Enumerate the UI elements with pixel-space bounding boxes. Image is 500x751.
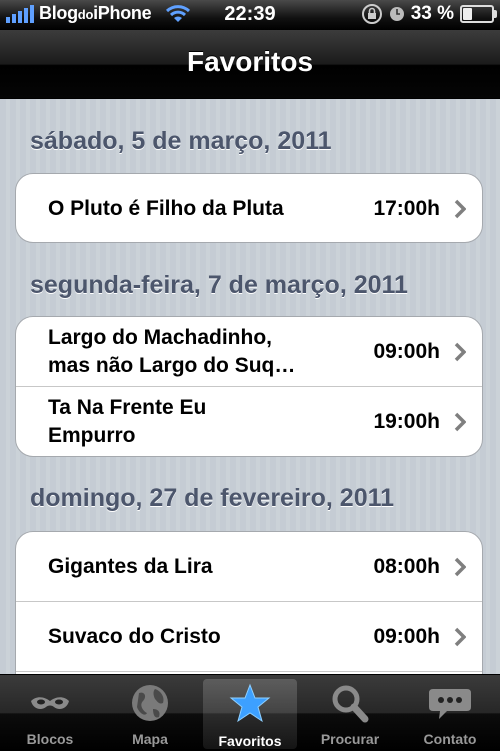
battery-icon	[460, 5, 497, 23]
chat-bubble-icon	[429, 689, 471, 719]
globe-icon	[132, 685, 168, 721]
navigation-bar: Favoritos	[0, 30, 500, 99]
tab-label: Mapa	[132, 731, 168, 747]
event-time: 09:00h	[373, 339, 440, 363]
event-time: 19:00h	[373, 410, 440, 433]
list-item[interactable]: Ta Na Frente Eu Empurro 19:00h	[16, 387, 482, 456]
event-name: Suvaco do Cristo	[48, 624, 221, 648]
event-name: Ta Na Frente Eu Empurro	[48, 396, 207, 447]
tab-mapa[interactable]: Mapa	[100, 675, 200, 751]
rotation-lock-icon	[361, 4, 382, 24]
status-right: 33 %	[361, 3, 497, 25]
tab-blocos[interactable]: Blocos	[0, 675, 100, 751]
list-item[interactable]: Gigantes da Lira 08:00h	[16, 532, 482, 602]
event-time: 17:00h	[373, 197, 440, 220]
section-header-date: sábado, 5 de março, 2011	[30, 127, 332, 155]
section-header-date: segunda-feira, 7 de março, 2011	[30, 271, 408, 299]
tab-favoritos[interactable]: Favoritos	[203, 679, 297, 749]
favorites-list[interactable]: sábado, 5 de março, 2011 O Pluto é Filho…	[0, 99, 500, 674]
chevron-right-icon	[454, 557, 466, 576]
favorites-group: Largo do Machadinho, mas não Largo do Su…	[15, 316, 483, 457]
tab-bar: Blocos Mapa Favoritos Procurar Contato	[0, 674, 500, 751]
section-header-date: domingo, 27 de fevereiro, 2011	[30, 484, 395, 512]
list-item[interactable]: Suvaco do Cristo 09:00h	[16, 602, 482, 672]
list-item[interactable]: Largo do Machadinho, mas não Largo do Su…	[16, 317, 482, 387]
event-time: 08:00h	[373, 554, 440, 578]
tab-label: Favoritos	[218, 733, 282, 749]
battery-percent: 33 %	[410, 3, 454, 24]
favorites-group: O Pluto é Filho da Pluta 17:00h	[15, 173, 483, 243]
tab-label: Contato	[423, 731, 477, 747]
favorites-group: Gigantes da Lira 08:00h Suvaco do Cristo…	[15, 531, 483, 674]
event-name: O Pluto é Filho da Pluta	[48, 197, 284, 220]
chevron-right-icon	[454, 199, 466, 219]
alarm-clock-icon	[389, 7, 404, 21]
tab-procurar[interactable]: Procurar	[300, 675, 400, 751]
chevron-right-icon	[454, 342, 466, 361]
event-name: Largo do Machadinho, mas não Largo do Su…	[48, 325, 296, 377]
tab-contato[interactable]: Contato	[400, 675, 500, 751]
status-bar: BlogdoiPhone 22:39 33 %	[0, 0, 500, 30]
page-title: Favoritos	[186, 46, 314, 77]
event-name: Gigantes da Lira	[48, 554, 213, 578]
search-icon	[332, 685, 369, 723]
tab-label: Blocos	[26, 731, 74, 747]
tab-label: Procurar	[320, 731, 380, 747]
mask-icon	[31, 697, 69, 709]
battery-fill	[463, 8, 472, 20]
event-time: 09:00h	[373, 624, 440, 648]
star-icon	[229, 683, 271, 723]
chevron-right-icon	[454, 412, 466, 432]
list-item[interactable]: O Pluto é Filho da Pluta 17:00h	[16, 174, 482, 242]
chevron-right-icon	[454, 627, 466, 646]
